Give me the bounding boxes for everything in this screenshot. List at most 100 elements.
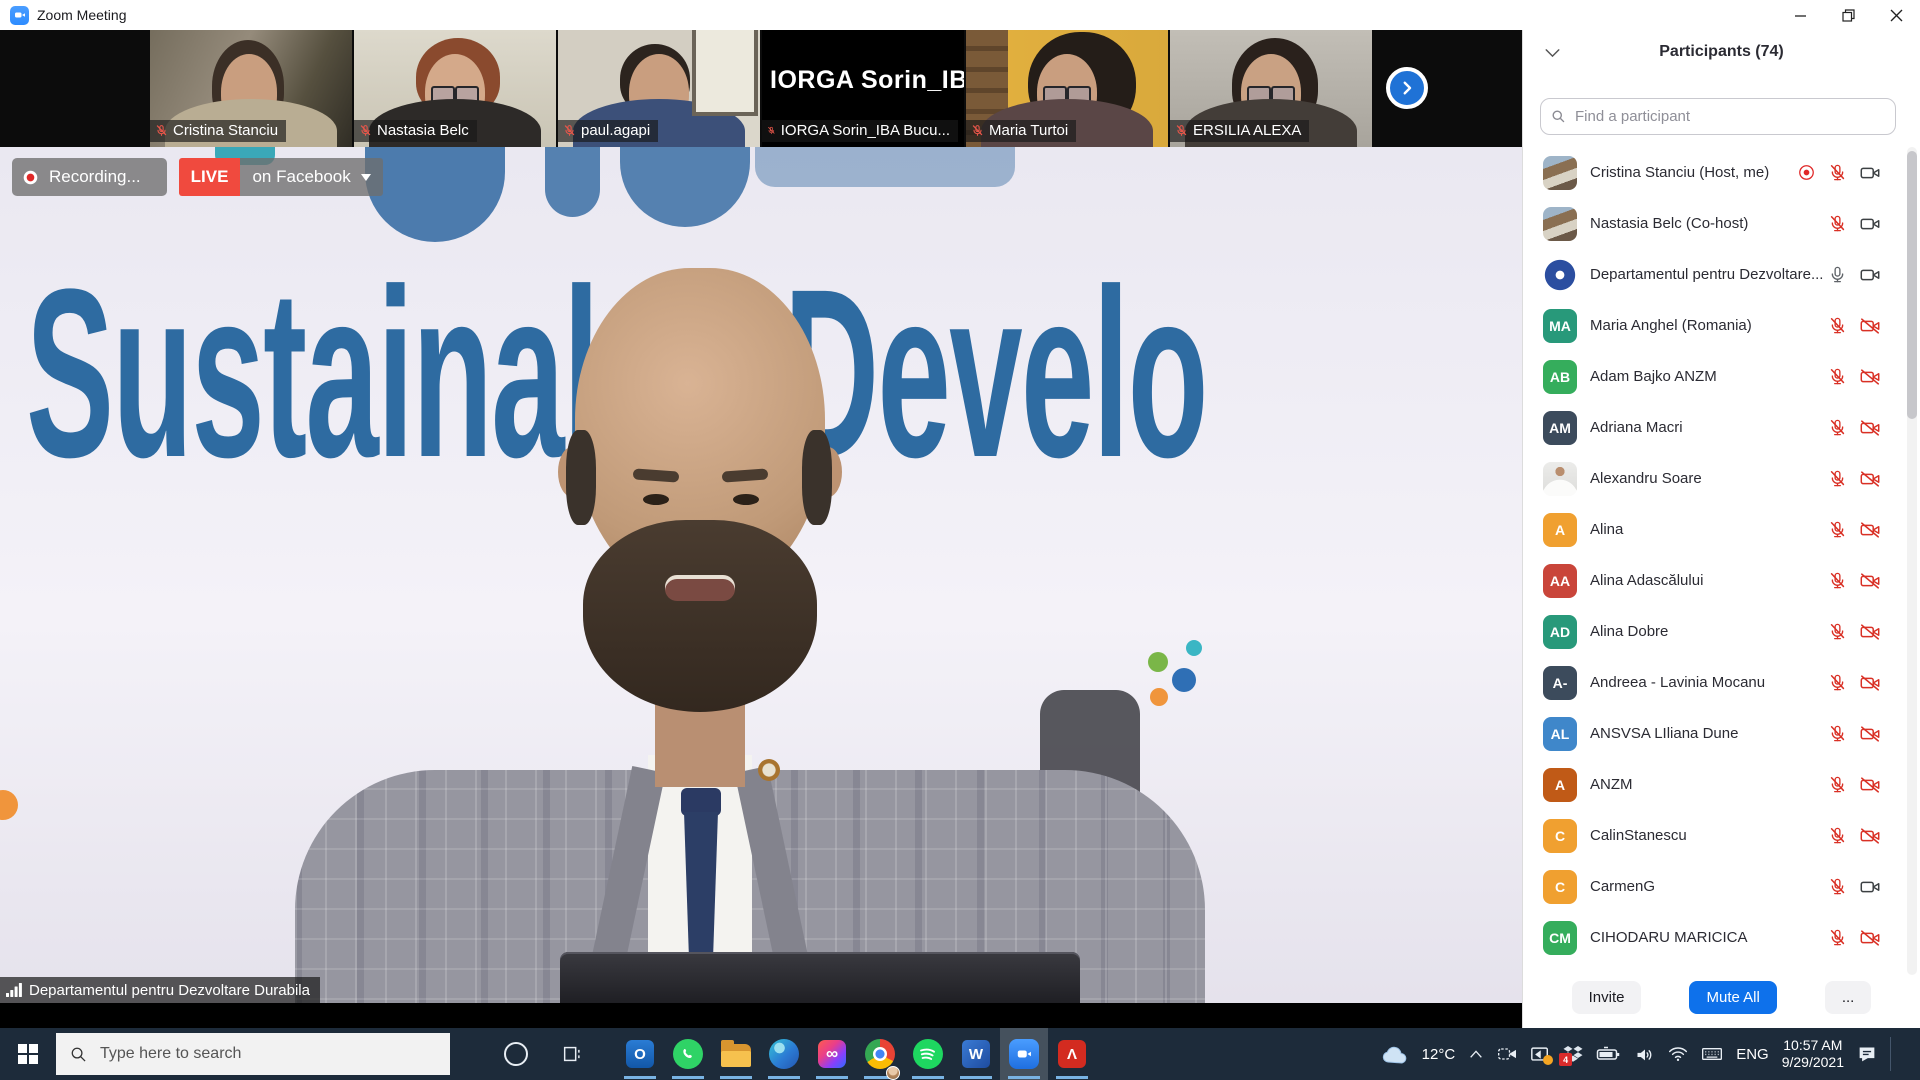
minimize-button[interactable] xyxy=(1776,0,1824,30)
wifi-icon[interactable] xyxy=(1668,1046,1688,1062)
collapse-panel-icon[interactable] xyxy=(1545,45,1560,63)
taskbar-app-zoom[interactable] xyxy=(1000,1028,1048,1080)
taskbar-search[interactable] xyxy=(56,1033,450,1075)
video-thumbnail[interactable]: Maria Turtoi xyxy=(966,30,1168,147)
mic-on-icon[interactable] xyxy=(1828,265,1847,284)
camera-on-icon[interactable] xyxy=(1859,876,1881,898)
participant-row[interactable]: Nastasia Belc (Co-host) xyxy=(1523,198,1907,249)
touch-keyboard-icon[interactable] xyxy=(1701,1046,1723,1062)
zoom-tray-icon[interactable] xyxy=(1497,1046,1517,1062)
taskbar-app-file-explorer[interactable] xyxy=(712,1028,760,1080)
dropbox-icon[interactable]: 4 xyxy=(1563,1045,1583,1063)
taskbar-search-input[interactable] xyxy=(98,1044,398,1064)
hidden-icons-chevron[interactable] xyxy=(1468,1048,1484,1060)
participant-row[interactable]: Cristina Stanciu (Host, me) xyxy=(1523,147,1907,198)
mic-muted-icon[interactable] xyxy=(1828,418,1847,437)
camera-on-icon[interactable] xyxy=(1859,213,1881,235)
camera-off-icon[interactable] xyxy=(1859,672,1881,694)
taskbar-app-spotify[interactable] xyxy=(904,1028,952,1080)
mic-muted-icon[interactable] xyxy=(1828,826,1847,845)
mic-muted-icon[interactable] xyxy=(1828,367,1847,386)
camera-off-icon[interactable] xyxy=(1859,315,1881,337)
participant-row[interactable]: MA Maria Anghel (Romania) xyxy=(1523,300,1907,351)
participant-search[interactable] xyxy=(1540,98,1896,135)
speaker-eye xyxy=(733,494,759,505)
video-thumbnail[interactable]: Cristina Stanciu xyxy=(150,30,352,147)
volume-icon[interactable] xyxy=(1635,1046,1655,1063)
restore-button[interactable] xyxy=(1824,0,1872,30)
participant-row[interactable]: C CalinStanescu xyxy=(1523,810,1907,861)
mic-muted-icon[interactable] xyxy=(1828,673,1847,692)
recording-badge[interactable]: Recording... xyxy=(12,158,167,196)
battery-icon[interactable] xyxy=(1596,1046,1622,1062)
participant-row[interactable]: A- Andreea - Lavinia Mocanu xyxy=(1523,657,1907,708)
participant-row[interactable]: CM CIHODARU MARICICA xyxy=(1523,912,1907,963)
participant-row[interactable]: AA Alina Adascălului xyxy=(1523,555,1907,606)
mic-muted-icon[interactable] xyxy=(1828,316,1847,335)
camera-on-icon[interactable] xyxy=(1859,162,1881,184)
camera-off-icon[interactable] xyxy=(1859,927,1881,949)
mic-muted-icon[interactable] xyxy=(1828,214,1847,233)
next-page-button[interactable] xyxy=(1386,67,1428,109)
participant-status-icons xyxy=(1828,825,1881,847)
participant-row[interactable]: A ANZM xyxy=(1523,759,1907,810)
participants-scrollbar[interactable] xyxy=(1907,147,1917,975)
invite-button[interactable]: Invite xyxy=(1572,981,1642,1014)
task-view-icon xyxy=(561,1043,583,1065)
camera-off-icon[interactable] xyxy=(1859,570,1881,592)
mic-muted-icon[interactable] xyxy=(1828,928,1847,947)
screen-share-icon[interactable] xyxy=(1530,1046,1550,1063)
participant-row[interactable]: AM Adriana Macri xyxy=(1523,402,1907,453)
taskbar-app-outlook[interactable]: O xyxy=(616,1028,664,1080)
weather-icon[interactable] xyxy=(1381,1044,1409,1064)
mic-muted-icon[interactable] xyxy=(1828,571,1847,590)
task-view-button[interactable] xyxy=(548,1028,596,1080)
more-options-button[interactable]: ... xyxy=(1825,981,1872,1014)
mic-muted-icon[interactable] xyxy=(1828,163,1847,182)
participant-row[interactable]: AD Alina Dobre xyxy=(1523,606,1907,657)
taskbar-app-whatsapp[interactable] xyxy=(664,1028,712,1080)
video-thumbnail[interactable]: paul.agapi xyxy=(558,30,760,147)
temperature-label[interactable]: 12°C xyxy=(1422,1046,1456,1063)
language-label[interactable]: ENG xyxy=(1736,1046,1769,1063)
action-center-icon[interactable] xyxy=(1857,1045,1877,1063)
video-thumbnail[interactable]: Nastasia Belc xyxy=(354,30,556,147)
camera-off-icon[interactable] xyxy=(1859,774,1881,796)
taskbar-app-chrome[interactable] xyxy=(856,1028,904,1080)
mic-muted-icon[interactable] xyxy=(1828,622,1847,641)
participant-row[interactable]: A Alina xyxy=(1523,504,1907,555)
camera-on-icon[interactable] xyxy=(1859,264,1881,286)
participant-row[interactable]: Departamentul pentru Dezvoltare... xyxy=(1523,249,1907,300)
participant-row[interactable]: C CarmenG xyxy=(1523,861,1907,912)
video-thumbnail[interactable]: IORGA Sorin_IB... IORGA Sorin_IBA Bucu..… xyxy=(762,30,964,147)
camera-off-icon[interactable] xyxy=(1859,519,1881,541)
participant-row[interactable]: Alexandru Soare xyxy=(1523,453,1907,504)
taskbar-app-word[interactable]: W xyxy=(952,1028,1000,1080)
taskbar-clock[interactable]: 10:57 AM 9/29/2021 xyxy=(1782,1037,1844,1072)
mute-all-button[interactable]: Mute All xyxy=(1689,981,1776,1014)
scrollbar-thumb[interactable] xyxy=(1907,151,1917,419)
mic-muted-icon[interactable] xyxy=(1828,724,1847,743)
taskbar-app-edge[interactable] xyxy=(760,1028,808,1080)
camera-off-icon[interactable] xyxy=(1859,417,1881,439)
camera-off-icon[interactable] xyxy=(1859,825,1881,847)
cortana-button[interactable] xyxy=(492,1028,540,1080)
mic-muted-icon[interactable] xyxy=(1828,775,1847,794)
camera-off-icon[interactable] xyxy=(1859,621,1881,643)
participant-row[interactable]: AB Adam Bajko ANZM xyxy=(1523,351,1907,402)
close-button[interactable] xyxy=(1872,0,1920,30)
camera-off-icon[interactable] xyxy=(1859,468,1881,490)
participant-row[interactable]: AL ANSVSA LIliana Dune xyxy=(1523,708,1907,759)
taskbar-app-acrobat[interactable]: Λ xyxy=(1048,1028,1096,1080)
camera-off-icon[interactable] xyxy=(1859,723,1881,745)
live-stream-badge[interactable]: LIVE on Facebook xyxy=(179,158,383,196)
video-thumbnail[interactable]: ERSILIA ALEXA xyxy=(1170,30,1372,147)
camera-off-icon[interactable] xyxy=(1859,366,1881,388)
show-desktop-button[interactable] xyxy=(1904,1028,1910,1080)
start-button[interactable] xyxy=(0,1028,56,1080)
participant-search-input[interactable] xyxy=(1573,107,1885,126)
mic-muted-icon[interactable] xyxy=(1828,877,1847,896)
mic-muted-icon[interactable] xyxy=(1828,469,1847,488)
mic-muted-icon[interactable] xyxy=(1828,520,1847,539)
taskbar-app-creative-cloud[interactable]: ∞ xyxy=(808,1028,856,1080)
